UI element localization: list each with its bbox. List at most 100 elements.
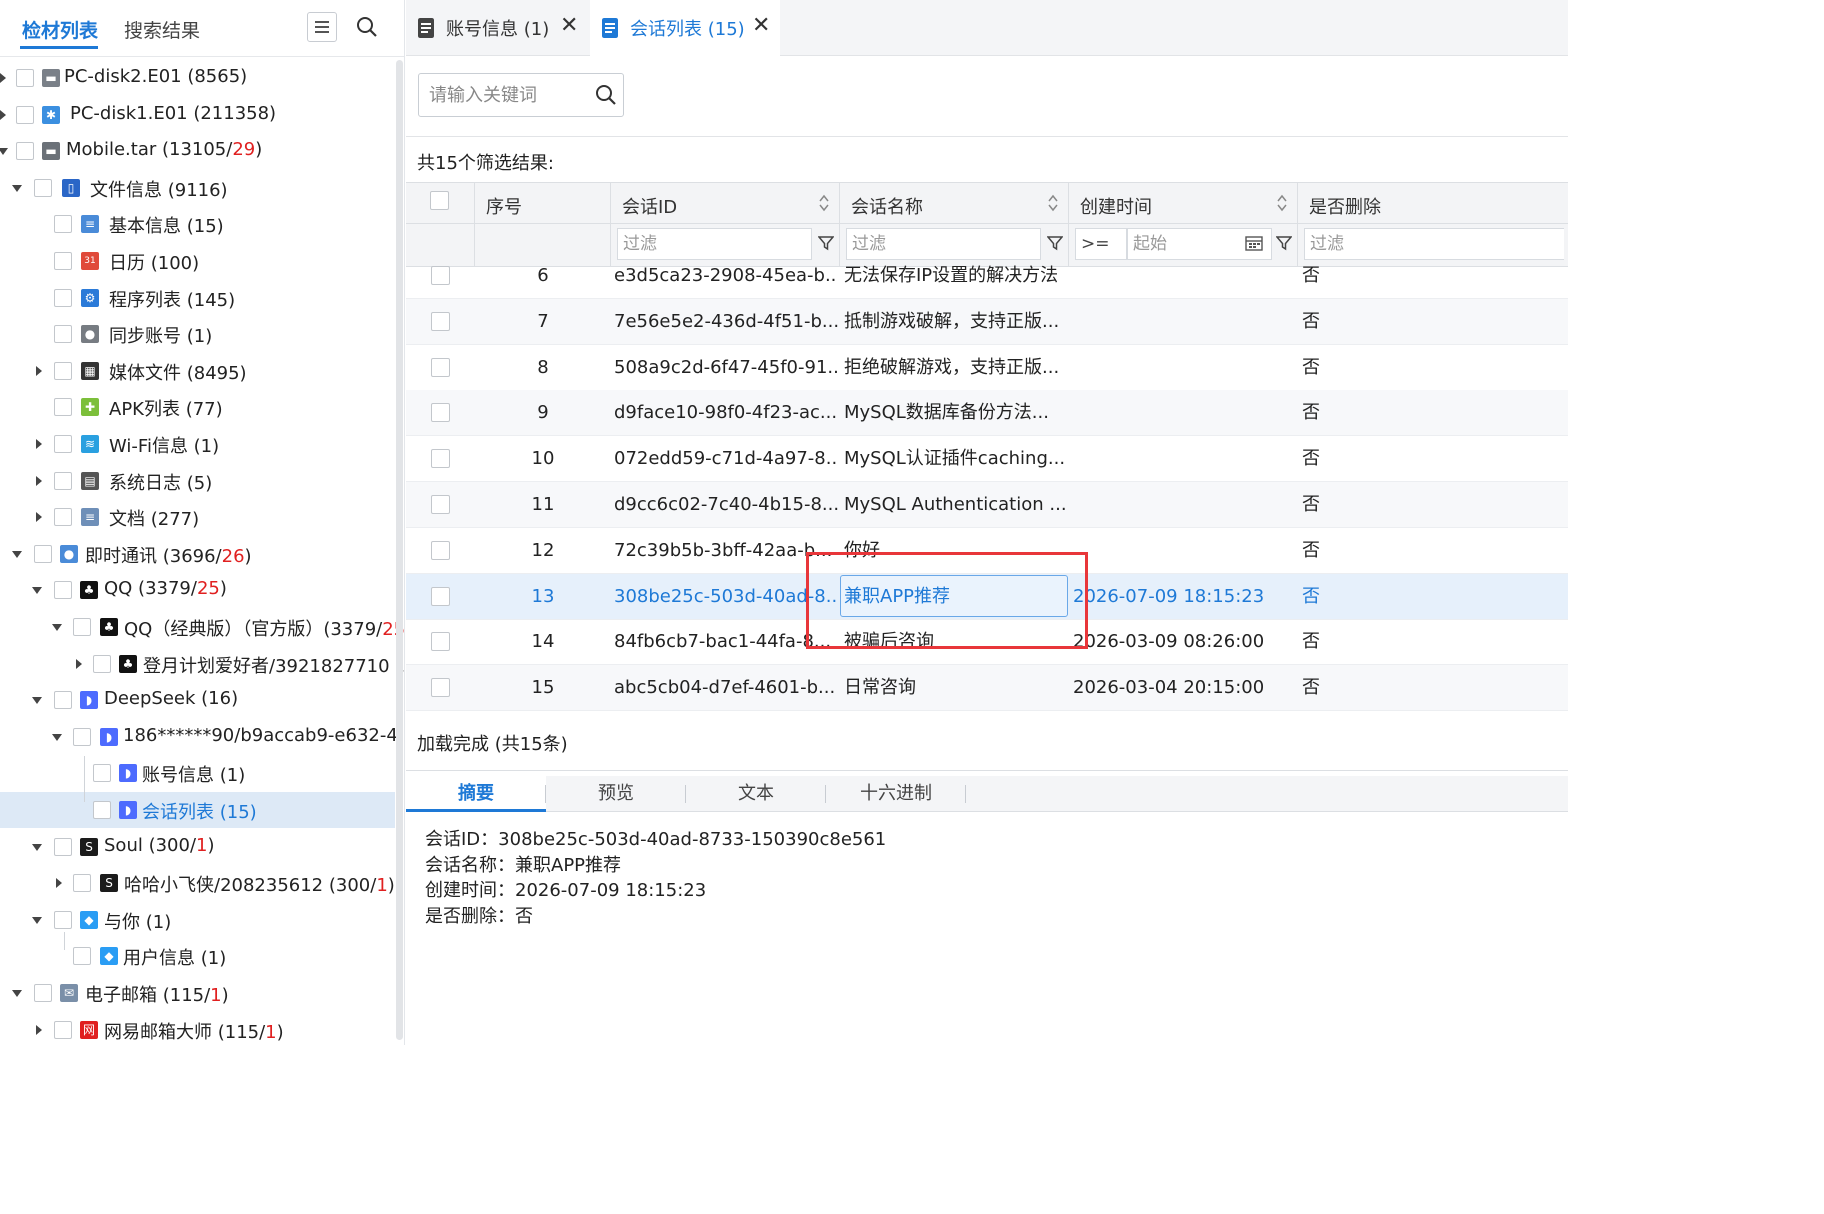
collapse-arrow-icon[interactable] bbox=[32, 697, 42, 705]
collapse-arrow-icon[interactable] bbox=[12, 184, 22, 192]
tree-node[interactable]: ▬ PC-disk2.E01 (8565) bbox=[0, 60, 395, 96]
menu-button[interactable] bbox=[307, 12, 337, 42]
collapse-arrow-icon[interactable] bbox=[32, 587, 42, 595]
sort-icon[interactable] bbox=[819, 194, 829, 212]
tab-evidence-list[interactable]: 检材列表 bbox=[22, 16, 98, 43]
row-checkbox[interactable] bbox=[431, 678, 450, 698]
tree-search-button[interactable] bbox=[352, 12, 382, 42]
tree-node[interactable]: ♣ QQ（经典版）（官方版）(3379/25 bbox=[0, 609, 404, 645]
doc-tab-session-list[interactable]: 会话列表 (15) ✕ bbox=[590, 0, 780, 56]
tree-checkbox[interactable] bbox=[54, 581, 72, 600]
tab-text[interactable]: 文本 bbox=[686, 776, 826, 812]
sort-icon[interactable] bbox=[1048, 194, 1058, 212]
tree-node[interactable]: ✉ 电子邮箱 (115/1) bbox=[0, 975, 395, 1011]
tab-summary[interactable]: 摘要 bbox=[406, 776, 546, 812]
table-row[interactable]: 12 72c39b5b-3bff-42aa-b... 你好 否 bbox=[406, 528, 1568, 574]
collapse-arrow-icon[interactable] bbox=[0, 148, 8, 156]
tree-node[interactable]: ● 同步账号 (1) bbox=[0, 316, 395, 352]
tree-node[interactable]: 网网易邮箱大师 (115/1) bbox=[0, 1012, 395, 1045]
table-row[interactable]: 11 d9cc6c02-7c40-4b15-8... MySQL Authentic… bbox=[406, 482, 1568, 528]
tree-checkbox[interactable] bbox=[73, 947, 91, 966]
table-row[interactable]: 14 84fb6cb7-bac1-44fa-8... 被骗后咨询 2026-03-09… bbox=[406, 619, 1568, 666]
tree-checkbox[interactable] bbox=[54, 435, 72, 453]
tree-node[interactable]: S 哈哈小飞侠/208235612 (300/1) bbox=[0, 865, 395, 901]
tree-node[interactable]: ◗ 186******90/b9accab9-e632-4... bbox=[0, 719, 404, 755]
tree-checkbox[interactable] bbox=[54, 691, 72, 710]
tree-node[interactable]: ◆ 与你 (1) bbox=[0, 902, 395, 938]
tree-node[interactable]: ≋ Wi-Fi信息 (1) bbox=[0, 426, 395, 462]
sort-icon[interactable] bbox=[1277, 194, 1287, 212]
calendar-icon[interactable] bbox=[1245, 235, 1263, 251]
tree-node[interactable]: ♣ QQ (3379/25) bbox=[0, 572, 395, 608]
tree-node[interactable]: ◗ 会话列表 (15) bbox=[0, 792, 395, 828]
tree-checkbox[interactable] bbox=[54, 471, 72, 490]
row-checkbox[interactable] bbox=[431, 266, 450, 285]
tree-node[interactable]: ◗ 账号信息 (1) bbox=[0, 755, 395, 791]
tree-checkbox[interactable] bbox=[73, 727, 91, 746]
table-row[interactable]: 13 308be25c-503d-40ad-8... 兼职APP推荐 2026-07-… bbox=[406, 573, 1568, 620]
row-checkbox[interactable] bbox=[431, 586, 450, 606]
tree-node[interactable]: ⚙ 程序列表 (145) bbox=[0, 280, 395, 316]
tree-checkbox[interactable] bbox=[93, 654, 111, 673]
row-checkbox[interactable] bbox=[431, 495, 450, 514]
tree-checkbox[interactable] bbox=[54, 361, 72, 380]
expand-arrow-icon[interactable] bbox=[0, 109, 6, 120]
collapse-arrow-icon[interactable] bbox=[32, 916, 42, 924]
expand-arrow-icon[interactable] bbox=[36, 439, 42, 449]
expand-arrow-icon[interactable] bbox=[36, 365, 42, 376]
keyword-input[interactable] bbox=[429, 82, 589, 108]
table-row[interactable]: 10 072edd59-c71d-4a97-8... MySQL认证插件cachin… bbox=[406, 436, 1568, 483]
expand-arrow-icon[interactable] bbox=[36, 512, 42, 523]
row-checkbox[interactable] bbox=[431, 311, 450, 331]
tab-search-results[interactable]: 搜索结果 bbox=[124, 16, 200, 43]
tree-node[interactable]: ▦ 媒体文件 (8495) bbox=[0, 353, 395, 389]
row-checkbox[interactable] bbox=[431, 403, 450, 423]
tree-checkbox[interactable] bbox=[16, 105, 34, 124]
search-icon[interactable] bbox=[595, 84, 617, 106]
tree-scrollbar[interactable] bbox=[396, 60, 403, 1040]
tree-node[interactable]: ● 即时通讯 (3696/26) bbox=[0, 536, 395, 572]
tree-node[interactable]: ◆ 用户信息 (1) bbox=[0, 938, 395, 974]
tree-node[interactable]: S Soul (300/1) bbox=[0, 829, 395, 865]
tree-checkbox[interactable] bbox=[93, 801, 111, 819]
tree-node[interactable]: ≡ 基本信息 (15) bbox=[0, 206, 395, 242]
tab-preview[interactable]: 预览 bbox=[546, 776, 686, 812]
tree-node[interactable]: 31 日历 (100) bbox=[0, 243, 395, 279]
tree-node[interactable]: ◗ DeepSeek (16) bbox=[0, 682, 395, 718]
expand-arrow-icon[interactable] bbox=[36, 1024, 42, 1035]
collapse-arrow-icon[interactable] bbox=[12, 550, 22, 558]
tree-checkbox[interactable] bbox=[73, 874, 91, 893]
tree-checkbox[interactable] bbox=[54, 508, 72, 527]
collapse-arrow-icon[interactable] bbox=[52, 733, 62, 741]
tree-checkbox[interactable] bbox=[54, 398, 72, 417]
tree-node[interactable]: ▯ 文件信息 (9116) bbox=[0, 170, 395, 206]
tree-checkbox[interactable] bbox=[34, 544, 52, 563]
collapse-arrow-icon[interactable] bbox=[32, 843, 42, 851]
collapse-arrow-icon[interactable] bbox=[12, 990, 22, 997]
table-row[interactable]: 6 e3d5ca23-2908-45ea-b... 无法保存IP设置的解决方法 否 bbox=[406, 253, 1568, 299]
tree-checkbox[interactable] bbox=[16, 69, 34, 87]
tree-node[interactable]: ▤ 系统日志 (5) bbox=[0, 463, 395, 499]
tree-node[interactable]: ✚ APK列表 (77) bbox=[0, 389, 395, 425]
tree-checkbox[interactable] bbox=[16, 142, 34, 161]
table-row[interactable]: 9 d9face10-98f0-4f23-ac... MySQL数据库备份方法...… bbox=[406, 390, 1568, 437]
row-checkbox[interactable] bbox=[431, 632, 450, 652]
tree-checkbox[interactable] bbox=[54, 1020, 72, 1039]
tree-checkbox[interactable] bbox=[54, 837, 72, 856]
doc-tab-account-info[interactable]: 账号信息 (1) ✕ bbox=[406, 0, 590, 56]
tree-checkbox[interactable] bbox=[73, 618, 91, 636]
row-checkbox[interactable] bbox=[431, 449, 450, 469]
table-row[interactable]: 8 508a9c2d-6f47-45f0-91... 拒绝破解游戏，支持正版... 否 bbox=[406, 345, 1568, 391]
tree-checkbox[interactable] bbox=[54, 288, 72, 307]
close-icon[interactable]: ✕ bbox=[752, 13, 770, 38]
close-icon[interactable]: ✕ bbox=[560, 13, 578, 38]
row-checkbox[interactable] bbox=[431, 540, 450, 560]
tree-node[interactable]: ♣ 登月计划爱好者/3921827710 (3 bbox=[0, 646, 404, 682]
table-row[interactable]: 7 7e56e5e2-436d-4f51-b... 抵制游戏破解，支持正版... 否 bbox=[406, 298, 1568, 345]
tab-hex[interactable]: 十六进制 bbox=[826, 776, 966, 812]
collapse-arrow-icon[interactable] bbox=[52, 624, 62, 631]
tree-checkbox[interactable] bbox=[54, 910, 72, 929]
tree-checkbox[interactable] bbox=[54, 252, 72, 270]
row-checkbox[interactable] bbox=[431, 357, 450, 377]
filter-icon[interactable] bbox=[1276, 235, 1292, 251]
